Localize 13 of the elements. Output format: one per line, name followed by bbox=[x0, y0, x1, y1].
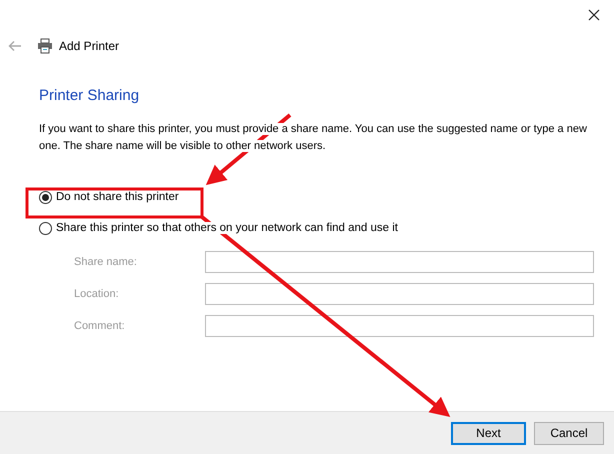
dialog-button[interactable]: Cancel bbox=[534, 422, 604, 444]
field-label: Share name: bbox=[74, 256, 138, 268]
radio-button[interactable] bbox=[39, 222, 52, 234]
dialog-button[interactable]: Next bbox=[451, 422, 526, 444]
window-title: Add Printer bbox=[59, 39, 120, 53]
field-label: Location: bbox=[74, 288, 120, 300]
description-text: If you want to share this printer, you must provide a share name. You can use the suggested name or type a new one. The share name will be visible to other network users. bbox=[39, 122, 588, 154]
printer-icon bbox=[37, 38, 53, 54]
close-icon[interactable] bbox=[588, 9, 600, 21]
back-arrow-icon[interactable] bbox=[8, 40, 22, 52]
radio-button[interactable] bbox=[39, 190, 52, 204]
page-heading: Printer Sharing bbox=[39, 87, 140, 104]
field-label: Comment: bbox=[74, 320, 126, 332]
